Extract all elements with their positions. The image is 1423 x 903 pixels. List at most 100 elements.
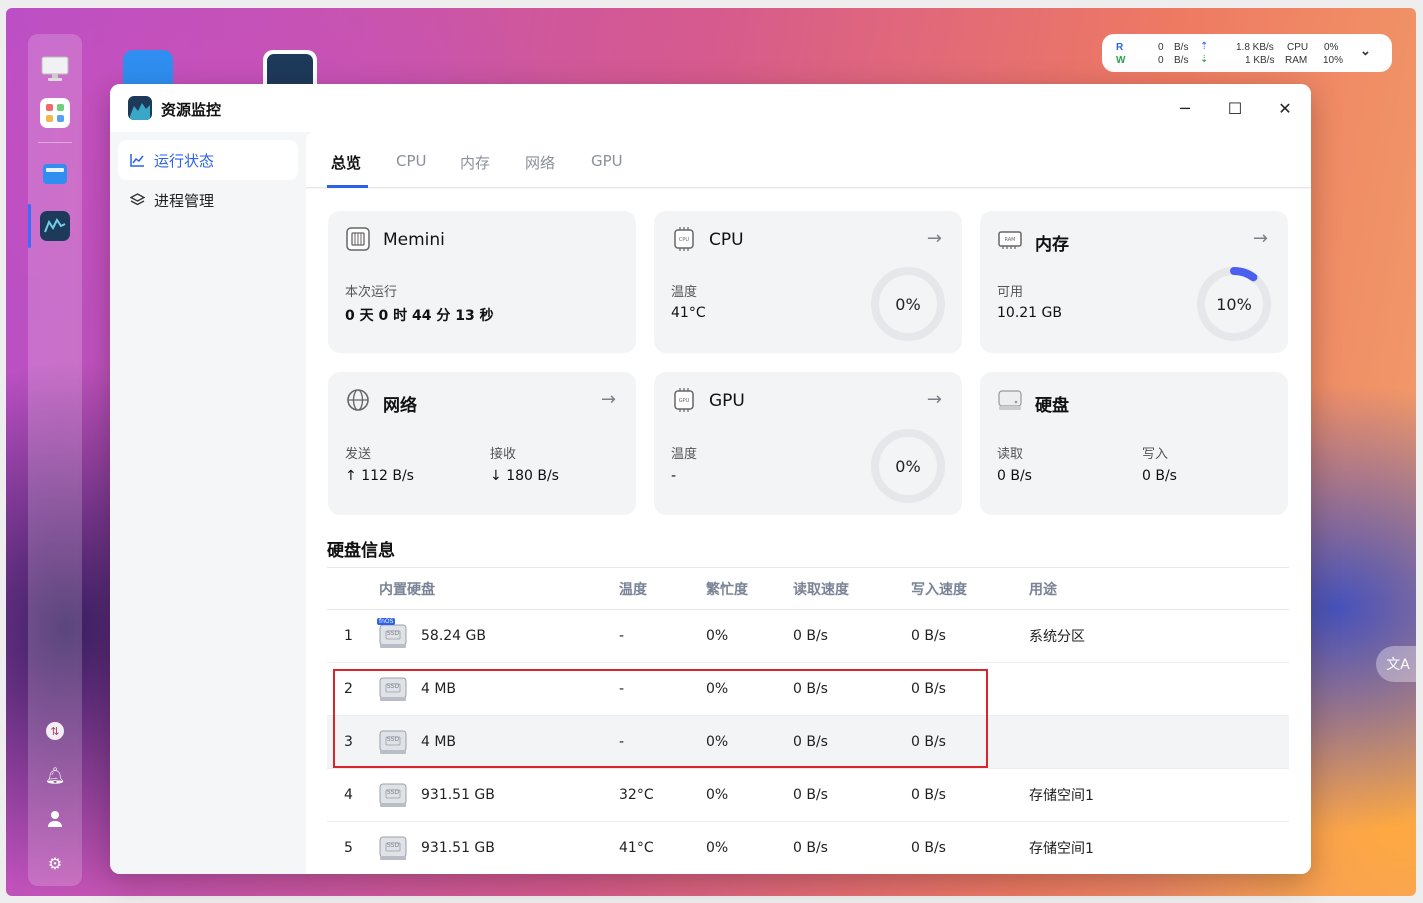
read-label: R: [1116, 42, 1124, 53]
column-header[interactable]: 写入速度: [911, 567, 1029, 610]
svg-text:RAM: RAM: [1004, 237, 1015, 243]
status-widget[interactable]: R W 0 B/s 0 B/s ⇡ ⇣ 1.8 KB/s 1 KB/s CPU …: [1102, 34, 1392, 72]
download-arrow-icon: ⇣: [1200, 54, 1209, 65]
close-button[interactable]: ✕: [1270, 94, 1300, 122]
gpu-temp-label: 温度: [671, 447, 698, 462]
table-row[interactable]: 5 SSD 931.51 GB 41°C 0% 0 B/s 0 B/s 存储空间…: [327, 821, 1289, 874]
chevron-down-icon[interactable]: ⌄: [1360, 44, 1371, 57]
arrow-right-icon[interactable]: →: [601, 389, 616, 410]
table-row[interactable]: 4 SSD 931.51 GB 32°C 0% 0 B/s 0 B/s 存储空间…: [327, 768, 1289, 822]
maximize-button[interactable]: ☐: [1220, 94, 1250, 122]
ram-icon: RAM: [997, 226, 1023, 252]
sidebar-item-status[interactable]: 运行状态: [118, 140, 298, 180]
minimize-button[interactable]: ─: [1170, 94, 1200, 122]
net-up-value: 1.8 KB/s: [1236, 42, 1274, 53]
memory-usage-value: 10%: [1216, 295, 1252, 314]
disk-size: 931.51 GB: [421, 787, 495, 803]
disk-card-title: 硬盘: [1035, 396, 1069, 416]
layers-icon: [129, 192, 145, 208]
user-icon[interactable]: [46, 810, 64, 828]
read-value: 0: [1158, 42, 1164, 53]
gpu-usage-gauge: 0%: [870, 428, 946, 504]
disk-read-label: 读取: [997, 447, 1024, 462]
disk-write-speed: 0 B/s: [911, 821, 1029, 874]
fnos-badge: fnOS: [377, 618, 396, 625]
file-manager-icon[interactable]: [40, 158, 70, 188]
app-center-icon[interactable]: [40, 98, 70, 128]
arrow-right-icon[interactable]: →: [1253, 228, 1268, 249]
receive-label: 接收: [490, 447, 517, 462]
send-value-text: 112 B/s: [361, 468, 414, 484]
memory-available-label: 可用: [997, 285, 1024, 300]
write-unit: B/s: [1174, 55, 1189, 66]
cpu-card[interactable]: CPU CPU → 温度 41°C 0%: [654, 211, 962, 353]
tab-active-indicator: [327, 185, 368, 188]
disk-temp: -: [619, 609, 706, 663]
network-card[interactable]: 网络 → 发送 ↑ 112 B/s 接收 ↓ 180 B/s: [328, 372, 636, 515]
column-header[interactable]: 温度: [619, 567, 706, 610]
disk-busy: 0%: [706, 609, 793, 663]
bell-icon[interactable]: 🔔︎: [45, 766, 65, 785]
disk-name-cell: SSD fnOS 58.24 GB: [377, 609, 619, 663]
tab-bar: 总览 CPU 内存 网络 GPU: [306, 132, 1311, 188]
tab-overview[interactable]: 总览: [331, 152, 361, 173]
arrow-right-icon[interactable]: →: [927, 389, 942, 410]
column-header[interactable]: 读取速度: [793, 567, 911, 610]
tab-cpu[interactable]: CPU: [396, 152, 427, 170]
window-title: 资源监控: [161, 101, 222, 119]
app-icon: [128, 96, 152, 120]
ssd-icon: SSD: [379, 781, 407, 809]
receive-value-text: 180 B/s: [506, 468, 559, 484]
ram-value: 10%: [1323, 55, 1344, 66]
disk-read-speed: 0 B/s: [793, 821, 911, 874]
memory-card[interactable]: RAM 内存 → 可用 10.21 GB 10%: [980, 211, 1288, 353]
gpu-temp-value: -: [671, 468, 677, 484]
gpu-card-title: GPU: [709, 391, 745, 411]
column-header[interactable]: 内置硬盘: [379, 567, 619, 610]
index-header: [327, 567, 379, 610]
ssd-label: SSD: [386, 789, 400, 796]
column-header[interactable]: 繁忙度: [706, 567, 793, 610]
read-unit: B/s: [1174, 42, 1189, 53]
tab-network[interactable]: 网络: [525, 152, 555, 173]
sidebar-item-processes[interactable]: 进程管理: [118, 180, 298, 220]
cpu-chip-icon: CPU: [671, 226, 697, 252]
tab-gpu[interactable]: GPU: [591, 152, 623, 170]
arrow-down-icon: ↓: [490, 468, 507, 484]
disk-size: 931.51 GB: [421, 840, 495, 856]
uptime-value: 0 天 0 时 44 分 13 秒: [345, 305, 494, 325]
disk-usage: [1029, 715, 1289, 769]
arrow-up-icon: ↑: [345, 468, 362, 484]
memory-card-title: 内存: [1035, 235, 1069, 255]
gear-icon[interactable]: ⚙: [46, 854, 64, 873]
disk-write-label: 写入: [1142, 447, 1169, 462]
disk-name-cell: SSD 931.51 GB: [379, 821, 619, 874]
disk-read-speed: 0 B/s: [793, 768, 911, 822]
svg-text:GPU: GPU: [679, 398, 690, 404]
titlebar[interactable]: 资源监控 ─ ☐ ✕: [110, 84, 1311, 132]
dock: ⇅ 🔔︎ ⚙: [28, 34, 82, 886]
gpu-card[interactable]: GPU GPU → 温度 - 0%: [654, 372, 962, 515]
sidebar-item-label: 进程管理: [154, 191, 215, 210]
table-row[interactable]: 1 SSD fnOS 58.24 GB - 0% 0 B/s 0 B/s 系统分…: [327, 609, 1289, 663]
disk-write-speed: 0 B/s: [911, 609, 1029, 663]
column-header[interactable]: 用途: [1029, 567, 1289, 610]
resource-monitor-icon[interactable]: [40, 211, 70, 241]
transfer-icon[interactable]: ⇅: [46, 722, 64, 740]
write-label: W: [1116, 55, 1126, 66]
sidebar: 运行状态 进程管理: [110, 132, 306, 874]
ssd-label: SSD: [386, 842, 400, 849]
translate-icon[interactable]: 文A: [1376, 646, 1416, 682]
tab-memory[interactable]: 内存: [460, 152, 490, 173]
disk-read-value: 0 B/s: [997, 468, 1032, 484]
hard-disk-icon: [997, 387, 1023, 413]
uptime-label: 本次运行: [345, 285, 398, 300]
disk-temp: 32°C: [619, 768, 706, 822]
monitor-app-icon[interactable]: [40, 54, 70, 84]
arrow-right-icon[interactable]: →: [927, 228, 942, 249]
disk-busy: 0%: [706, 821, 793, 874]
uptime-minutes-value: 44: [412, 308, 432, 324]
system-card: Memini 本次运行 0 天 0 时 44 分 13 秒: [328, 211, 636, 353]
disk-busy: 0%: [706, 768, 793, 822]
line-chart-icon: [129, 152, 145, 168]
